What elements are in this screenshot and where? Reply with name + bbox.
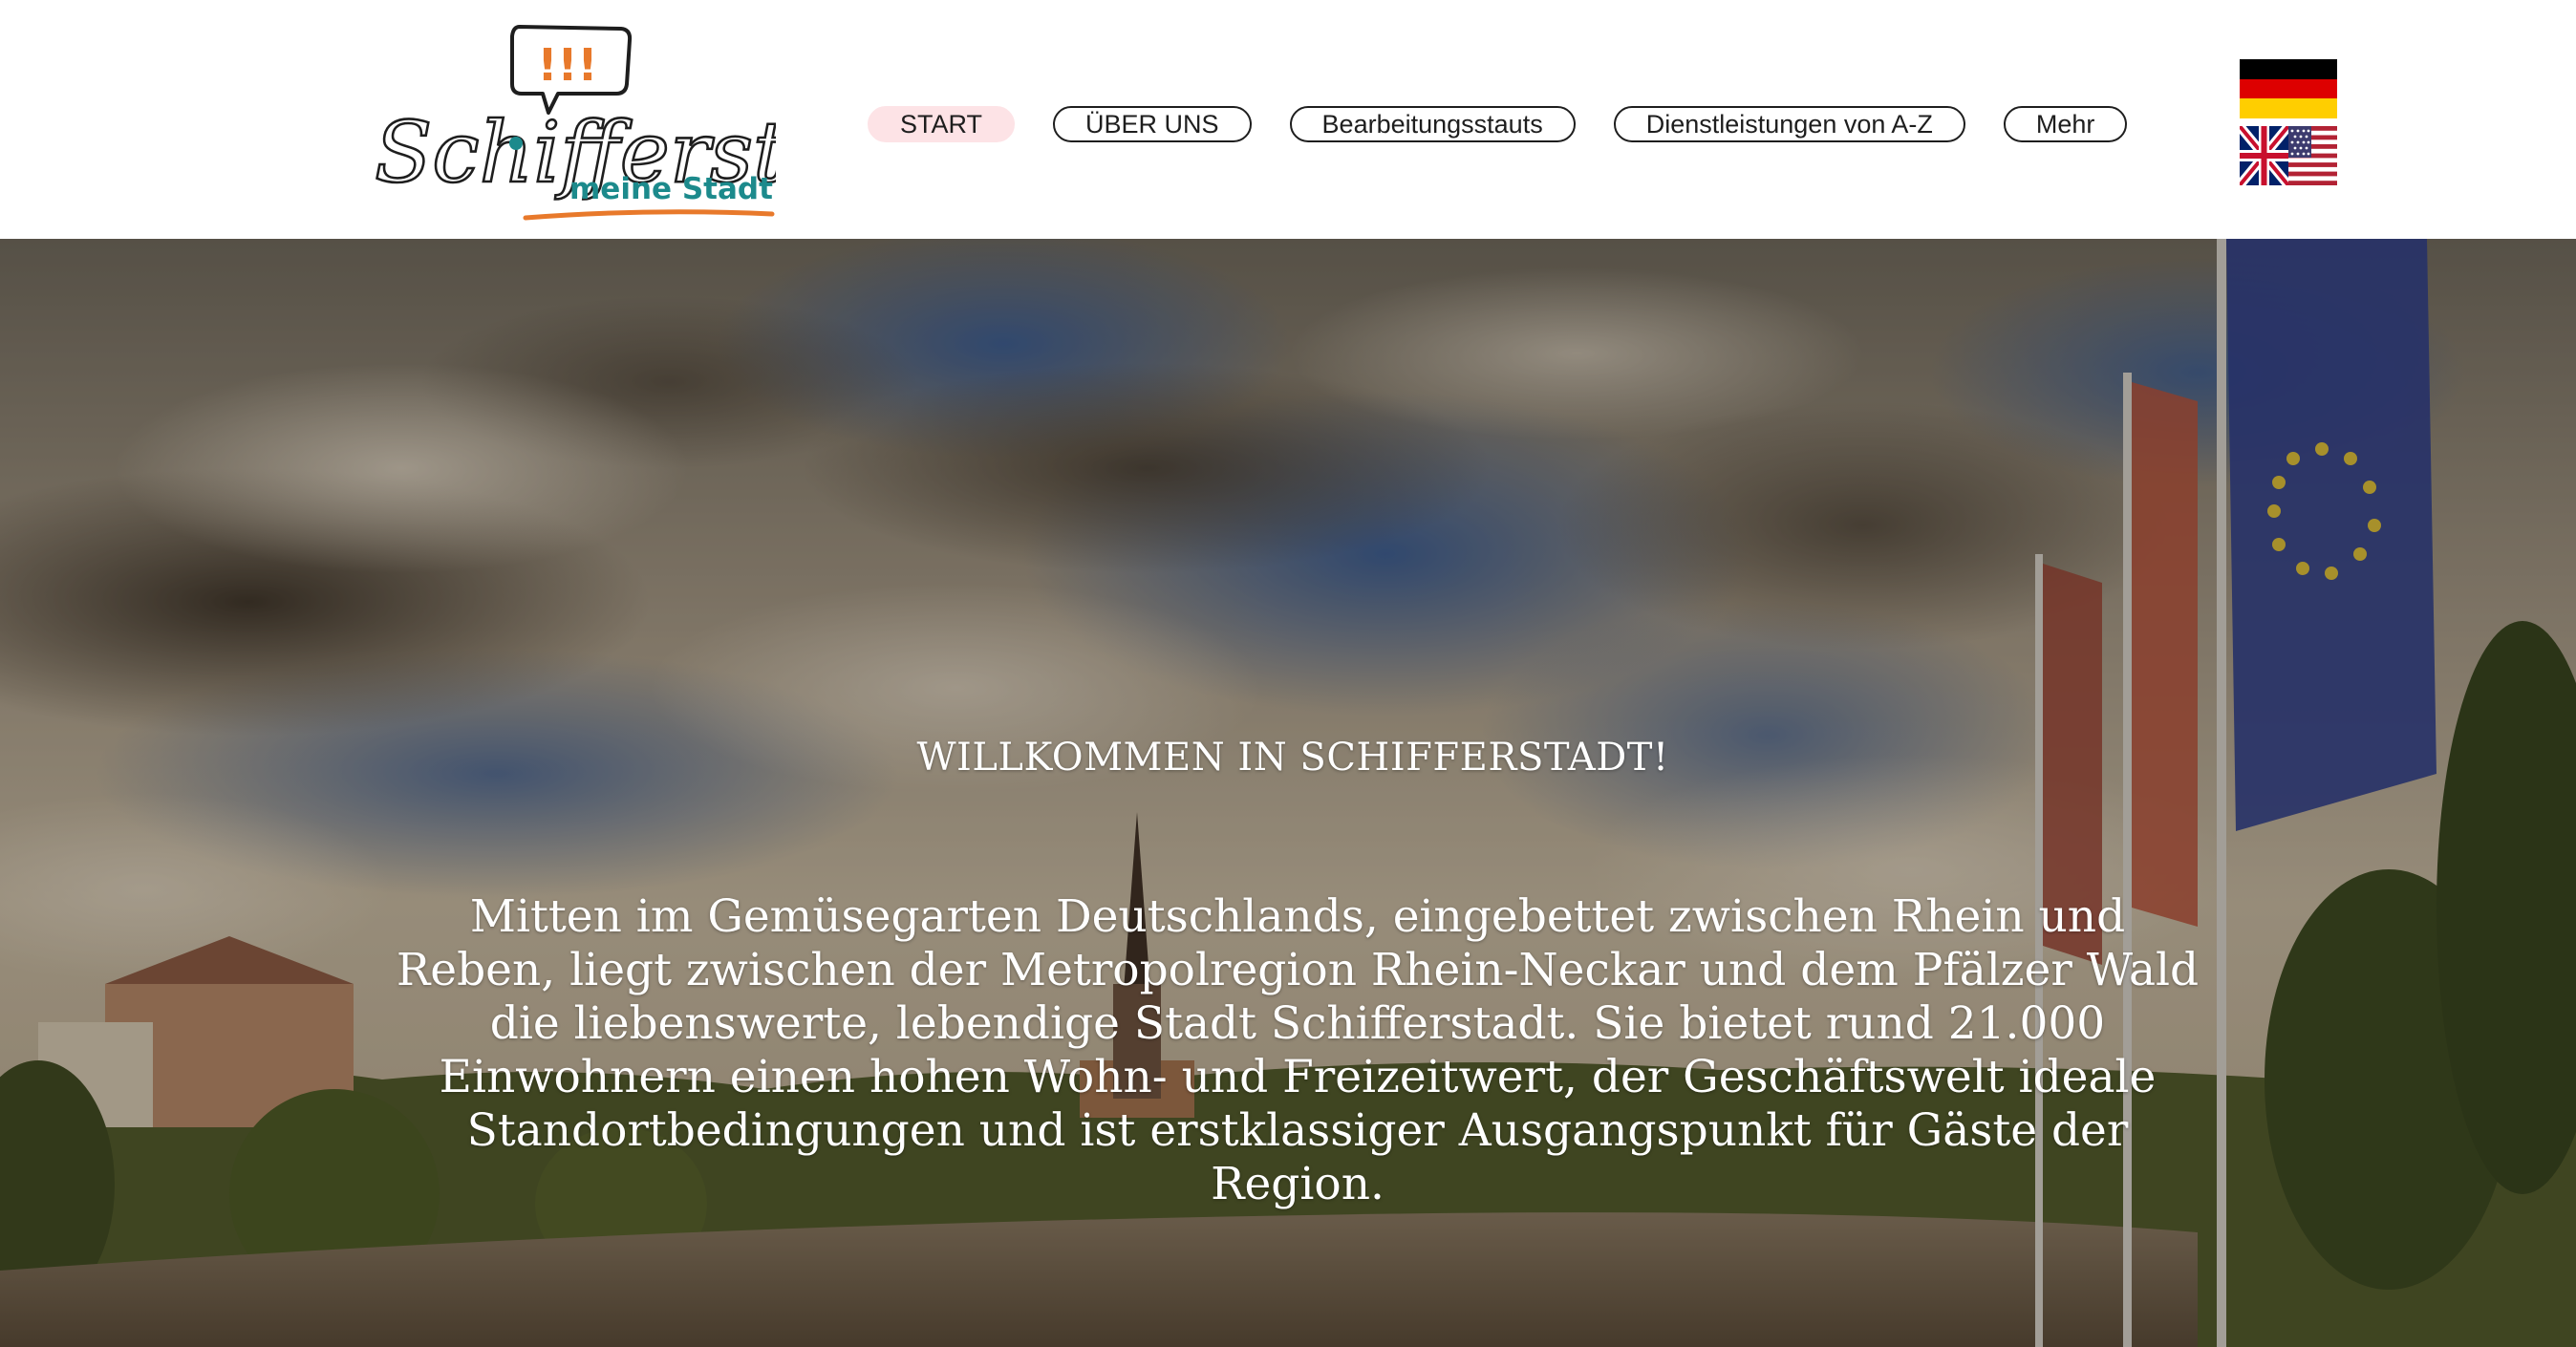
nav-ueber-uns[interactable]: ÜBER UNS [1053, 106, 1252, 142]
nav-start[interactable]: START [868, 106, 1016, 142]
main-navigation: START ÜBER UNS Bearbeitungsstauts Dienst… [868, 105, 2128, 143]
site-logo[interactable]: !!! Schifferstadt meine Stadt! [371, 21, 776, 227]
logo-tagline: meine Stadt! [569, 172, 776, 206]
hero-section: WILLKOMMEN IN SCHIFFERSTADT! Mitten im G… [0, 239, 2576, 1347]
nav-bearbeitungsstatus[interactable]: Bearbeitungsstauts [1289, 106, 1576, 142]
page: !!! Schifferstadt meine Stadt! START ÜBE… [0, 0, 2576, 1347]
language-switcher [2240, 59, 2337, 185]
nav-mehr[interactable]: Mehr [2003, 106, 2128, 142]
hero-description: Mitten im Gemüsegarten Deutschlands, ein… [396, 890, 2200, 1210]
german-flag-icon[interactable] [2240, 59, 2337, 118]
logo-graphic: !!! Schifferstadt meine Stadt! [374, 25, 776, 221]
uk-us-flag-icon[interactable] [2240, 126, 2337, 185]
nav-dienstleistungen[interactable]: Dienstleistungen von A-Z [1613, 106, 1965, 142]
site-header: !!! Schifferstadt meine Stadt! START ÜBE… [0, 0, 2576, 239]
hero-title: WILLKOMMEN IN SCHIFFERSTADT! [916, 736, 1669, 780]
svg-text:!!!: !!! [538, 39, 598, 91]
